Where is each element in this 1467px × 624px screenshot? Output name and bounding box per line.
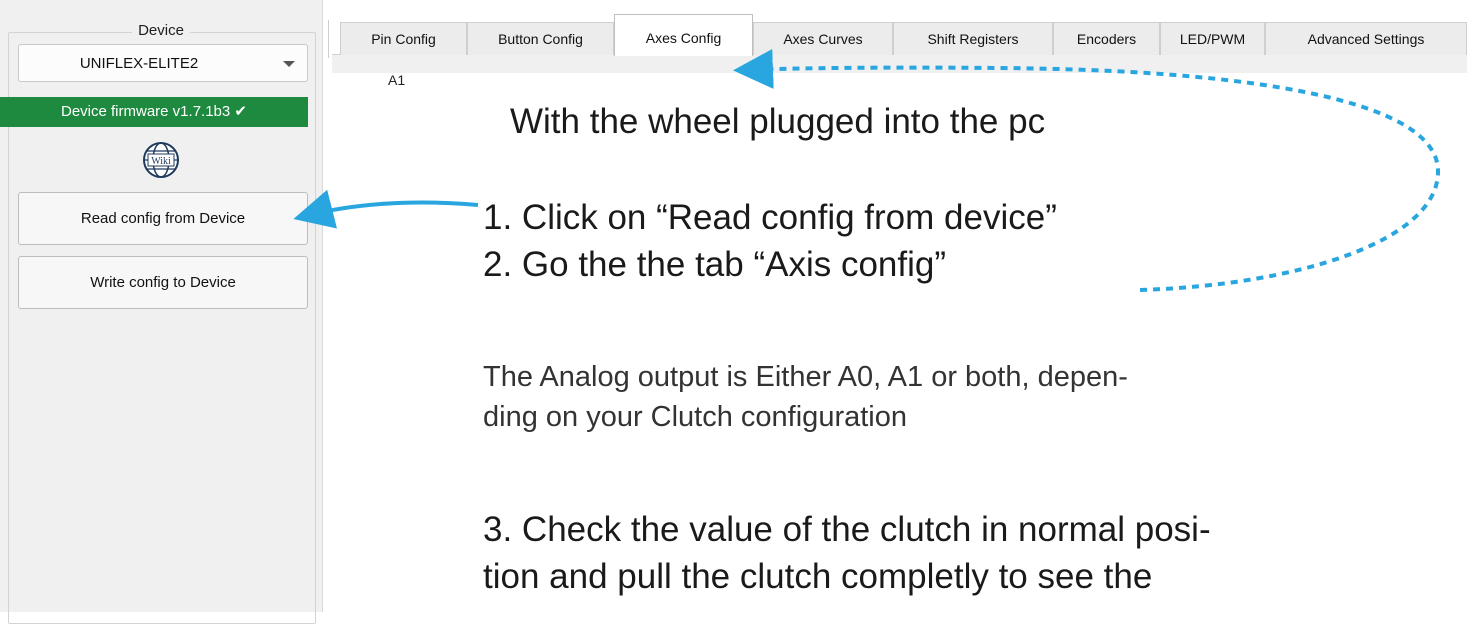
read-config-arrow [293,189,479,229]
annotation-arrows [293,48,1441,292]
tab-axes-config[interactable]: Axes Config [614,14,753,56]
axes-tab-arrow [733,48,1441,292]
